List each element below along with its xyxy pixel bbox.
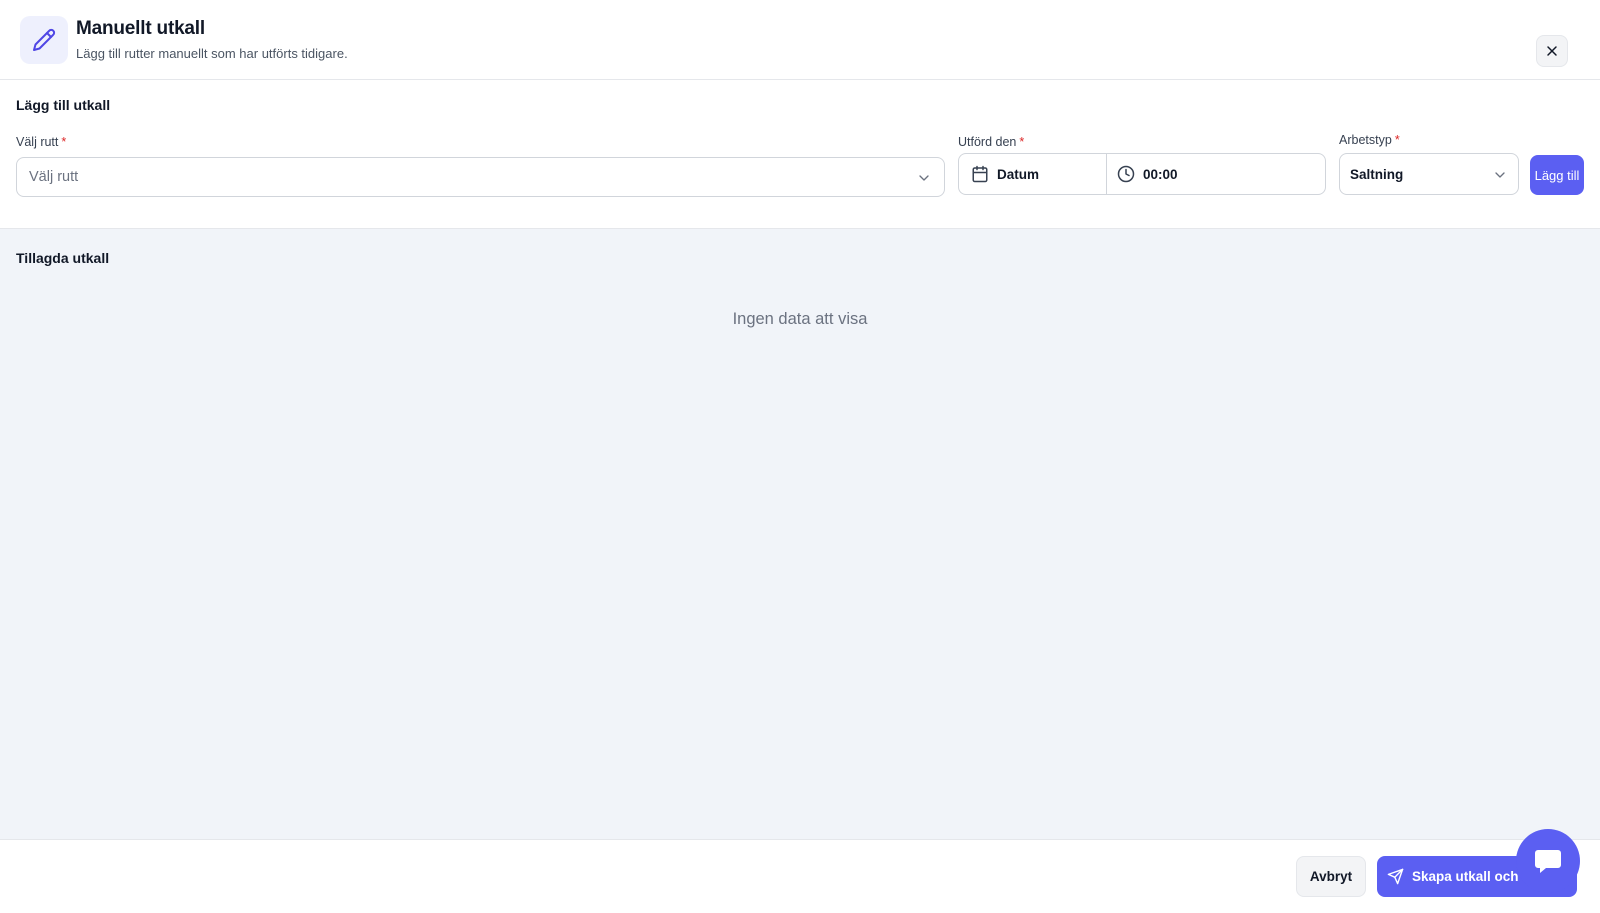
required-mark: *	[1019, 135, 1025, 149]
list-section-title: Tillagda utkall	[16, 250, 110, 266]
create-button-label: Skapa utkall och fa	[1412, 869, 1535, 884]
chat-icon	[1535, 850, 1561, 873]
required-mark: *	[61, 135, 67, 149]
clock-icon	[1117, 165, 1135, 183]
pencil-icon	[20, 16, 68, 64]
add-button[interactable]: Lägg till	[1530, 155, 1584, 195]
close-icon	[1547, 46, 1557, 56]
chat-widget-button[interactable]	[1516, 829, 1580, 893]
send-icon	[1387, 868, 1404, 885]
required-mark: *	[1394, 133, 1400, 147]
worktype-label-text: Arbetstyp	[1339, 133, 1392, 147]
date-value: Datum	[997, 166, 1040, 182]
empty-state-text: Ingen data att visa	[732, 310, 868, 328]
time-picker[interactable]: 00:00	[1106, 153, 1326, 195]
worktype-select[interactable]: Saltning	[1339, 153, 1519, 195]
date-picker[interactable]: Datum	[958, 153, 1107, 195]
close-button[interactable]	[1536, 35, 1568, 67]
time-value: 00:00	[1143, 166, 1178, 182]
dialog-subtitle: Lägg till rutter manuellt som har utfört…	[76, 46, 348, 61]
cancel-button[interactable]: Avbryt	[1296, 856, 1366, 897]
chevron-down-icon	[919, 175, 929, 181]
route-label-text: Välj rutt	[16, 135, 59, 149]
worktype-label: Arbetstyp *	[1339, 133, 1400, 147]
dialog-header: Manuellt utkall Lägg till rutter manuell…	[0, 0, 1600, 80]
dialog-title: Manuellt utkall	[76, 18, 205, 39]
worktype-value: Saltning	[1350, 166, 1404, 182]
route-select-placeholder: Välj rutt	[29, 169, 79, 185]
chevron-down-icon	[1495, 172, 1505, 178]
add-section-title: Lägg till utkall	[16, 97, 111, 113]
performed-label-text: Utförd den	[958, 135, 1017, 149]
performed-label: Utförd den *	[958, 135, 1024, 149]
route-label: Välj rutt *	[16, 135, 66, 149]
calendar-icon	[972, 165, 988, 183]
route-select[interactable]: Välj rutt	[16, 157, 945, 197]
